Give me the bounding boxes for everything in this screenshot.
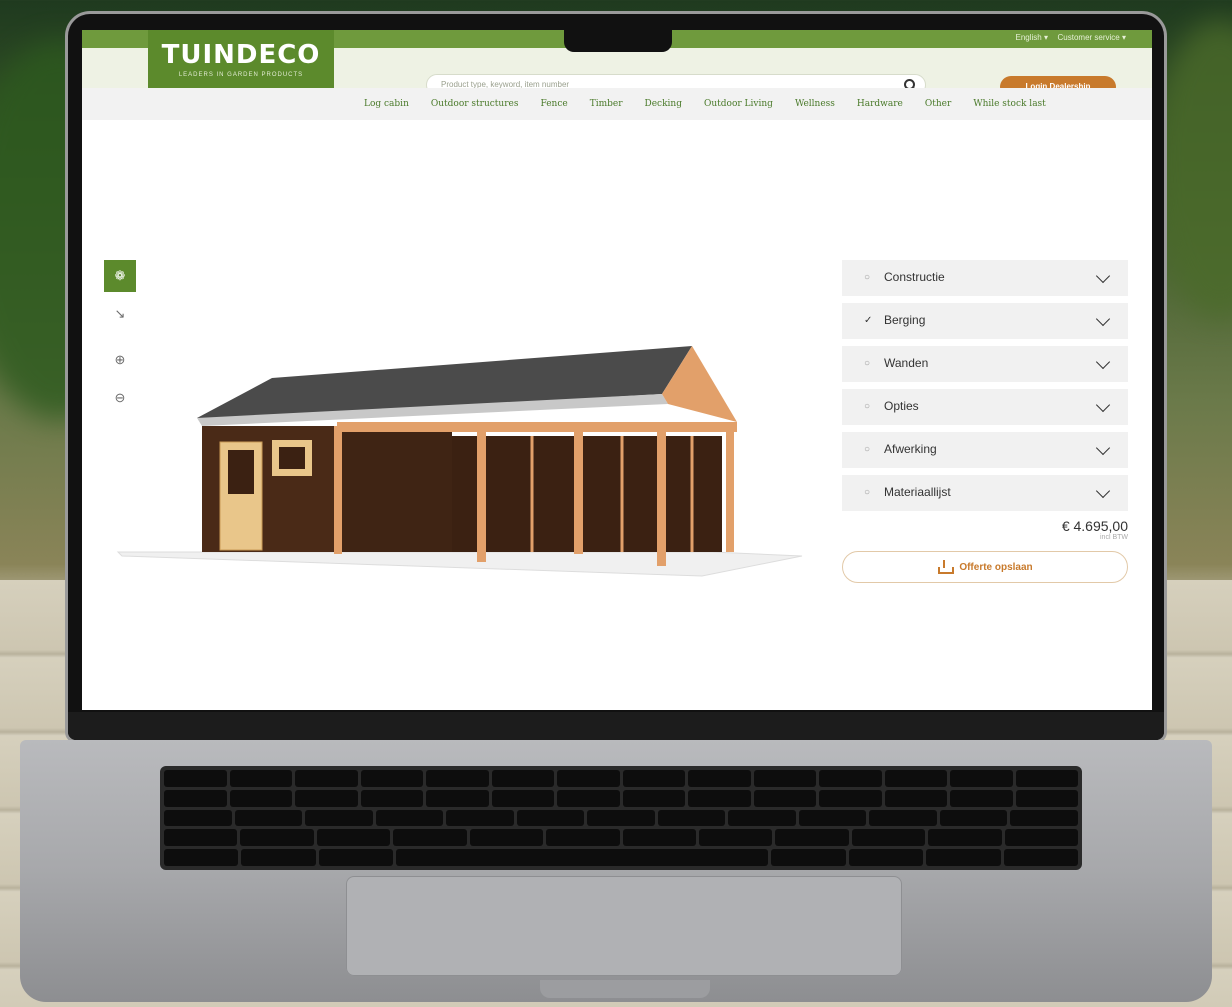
language-selector[interactable]: English ▾ <box>1016 33 1048 42</box>
chevron-down-icon <box>1095 440 1111 456</box>
chevron-down-icon <box>1095 311 1111 327</box>
section-label: Wanden <box>884 356 929 370</box>
section-opties[interactable]: ○ Opties <box>842 389 1128 425</box>
save-quote-button[interactable]: Offerte opslaan <box>842 551 1128 583</box>
post <box>574 426 583 554</box>
section-label: Materiaallijst <box>884 485 951 499</box>
laptop-lip <box>540 980 710 998</box>
dimensions-icon[interactable]: ↘ <box>104 298 136 330</box>
chevron-down-icon <box>1095 397 1111 413</box>
price: € 4.695,00 <box>1061 518 1128 534</box>
chevron-down-icon <box>1095 354 1111 370</box>
chevron-down-icon <box>1095 268 1111 284</box>
circle-icon: ○ <box>864 358 871 369</box>
download-icon <box>937 560 955 574</box>
section-materiaallijst[interactable]: ○ Materiaallijst <box>842 475 1128 511</box>
nav-item-while-stock-last[interactable]: While stock last <box>973 99 1045 109</box>
nav-item-timber[interactable]: Timber <box>590 99 623 109</box>
logo-tagline: LEADERS IN GARDEN PRODUCTS <box>178 72 304 78</box>
post <box>657 426 666 566</box>
nav-item-fence[interactable]: Fence <box>540 99 567 109</box>
price-note: incl BTW <box>1100 534 1128 541</box>
section-label: Opties <box>884 399 919 413</box>
keyboard <box>160 766 1082 870</box>
nav-item-other[interactable]: Other <box>925 99 951 109</box>
customer-service-menu[interactable]: Customer service ▾ <box>1058 33 1126 42</box>
nav-item-outdoor-living[interactable]: Outdoor Living <box>704 99 773 109</box>
product-3d-viewer[interactable] <box>112 330 812 590</box>
save-quote-label: Offerte opslaan <box>959 561 1033 573</box>
rear-wall <box>452 436 722 552</box>
circle-icon: ○ <box>864 444 871 455</box>
section-label: Berging <box>884 313 926 327</box>
post <box>726 426 734 552</box>
section-afwerking[interactable]: ○ Afwerking <box>842 432 1128 468</box>
post <box>477 426 486 562</box>
check-icon: ✓ <box>864 315 873 326</box>
config-panel: ○ Constructie ✓ Berging ○ Wanden ○ Optie… <box>842 260 1128 583</box>
section-label: Constructie <box>884 270 945 284</box>
front-beam <box>337 422 737 432</box>
nav-item-wellness[interactable]: Wellness <box>795 99 835 109</box>
logo-title: TUINDECO <box>161 40 321 70</box>
chevron-down-icon <box>1095 483 1111 499</box>
window-pane <box>279 447 305 469</box>
section-constructie[interactable]: ○ Constructie <box>842 260 1128 296</box>
nav-item-log-cabin[interactable]: Log cabin <box>364 99 409 109</box>
trackpad <box>346 876 902 976</box>
section-berging[interactable]: ✓ Berging <box>842 303 1128 339</box>
laptop-screen-chin <box>68 712 1164 740</box>
main-nav: Log cabin Outdoor structures Fence Timbe… <box>82 88 1152 120</box>
section-wanden[interactable]: ○ Wanden <box>842 346 1128 382</box>
cube-icon[interactable]: ❁ <box>104 260 136 292</box>
ground-slab <box>116 551 803 577</box>
nav-item-decking[interactable]: Decking <box>645 99 682 109</box>
shed-side-wall <box>337 426 452 552</box>
site-logo[interactable]: TUINDECO LEADERS IN GARDEN PRODUCTS <box>148 30 334 88</box>
post <box>334 426 342 554</box>
section-label: Afwerking <box>884 442 937 456</box>
circle-icon: ○ <box>864 487 871 498</box>
nav-item-outdoor-structures[interactable]: Outdoor structures <box>431 99 519 109</box>
camera-notch <box>564 28 672 52</box>
circle-icon: ○ <box>864 401 871 412</box>
browser-screen: English ▾ Customer service ▾ Product typ… <box>82 30 1152 710</box>
circle-icon: ○ <box>864 272 871 283</box>
door-window <box>228 450 254 494</box>
nav-item-hardware[interactable]: Hardware <box>857 99 903 109</box>
